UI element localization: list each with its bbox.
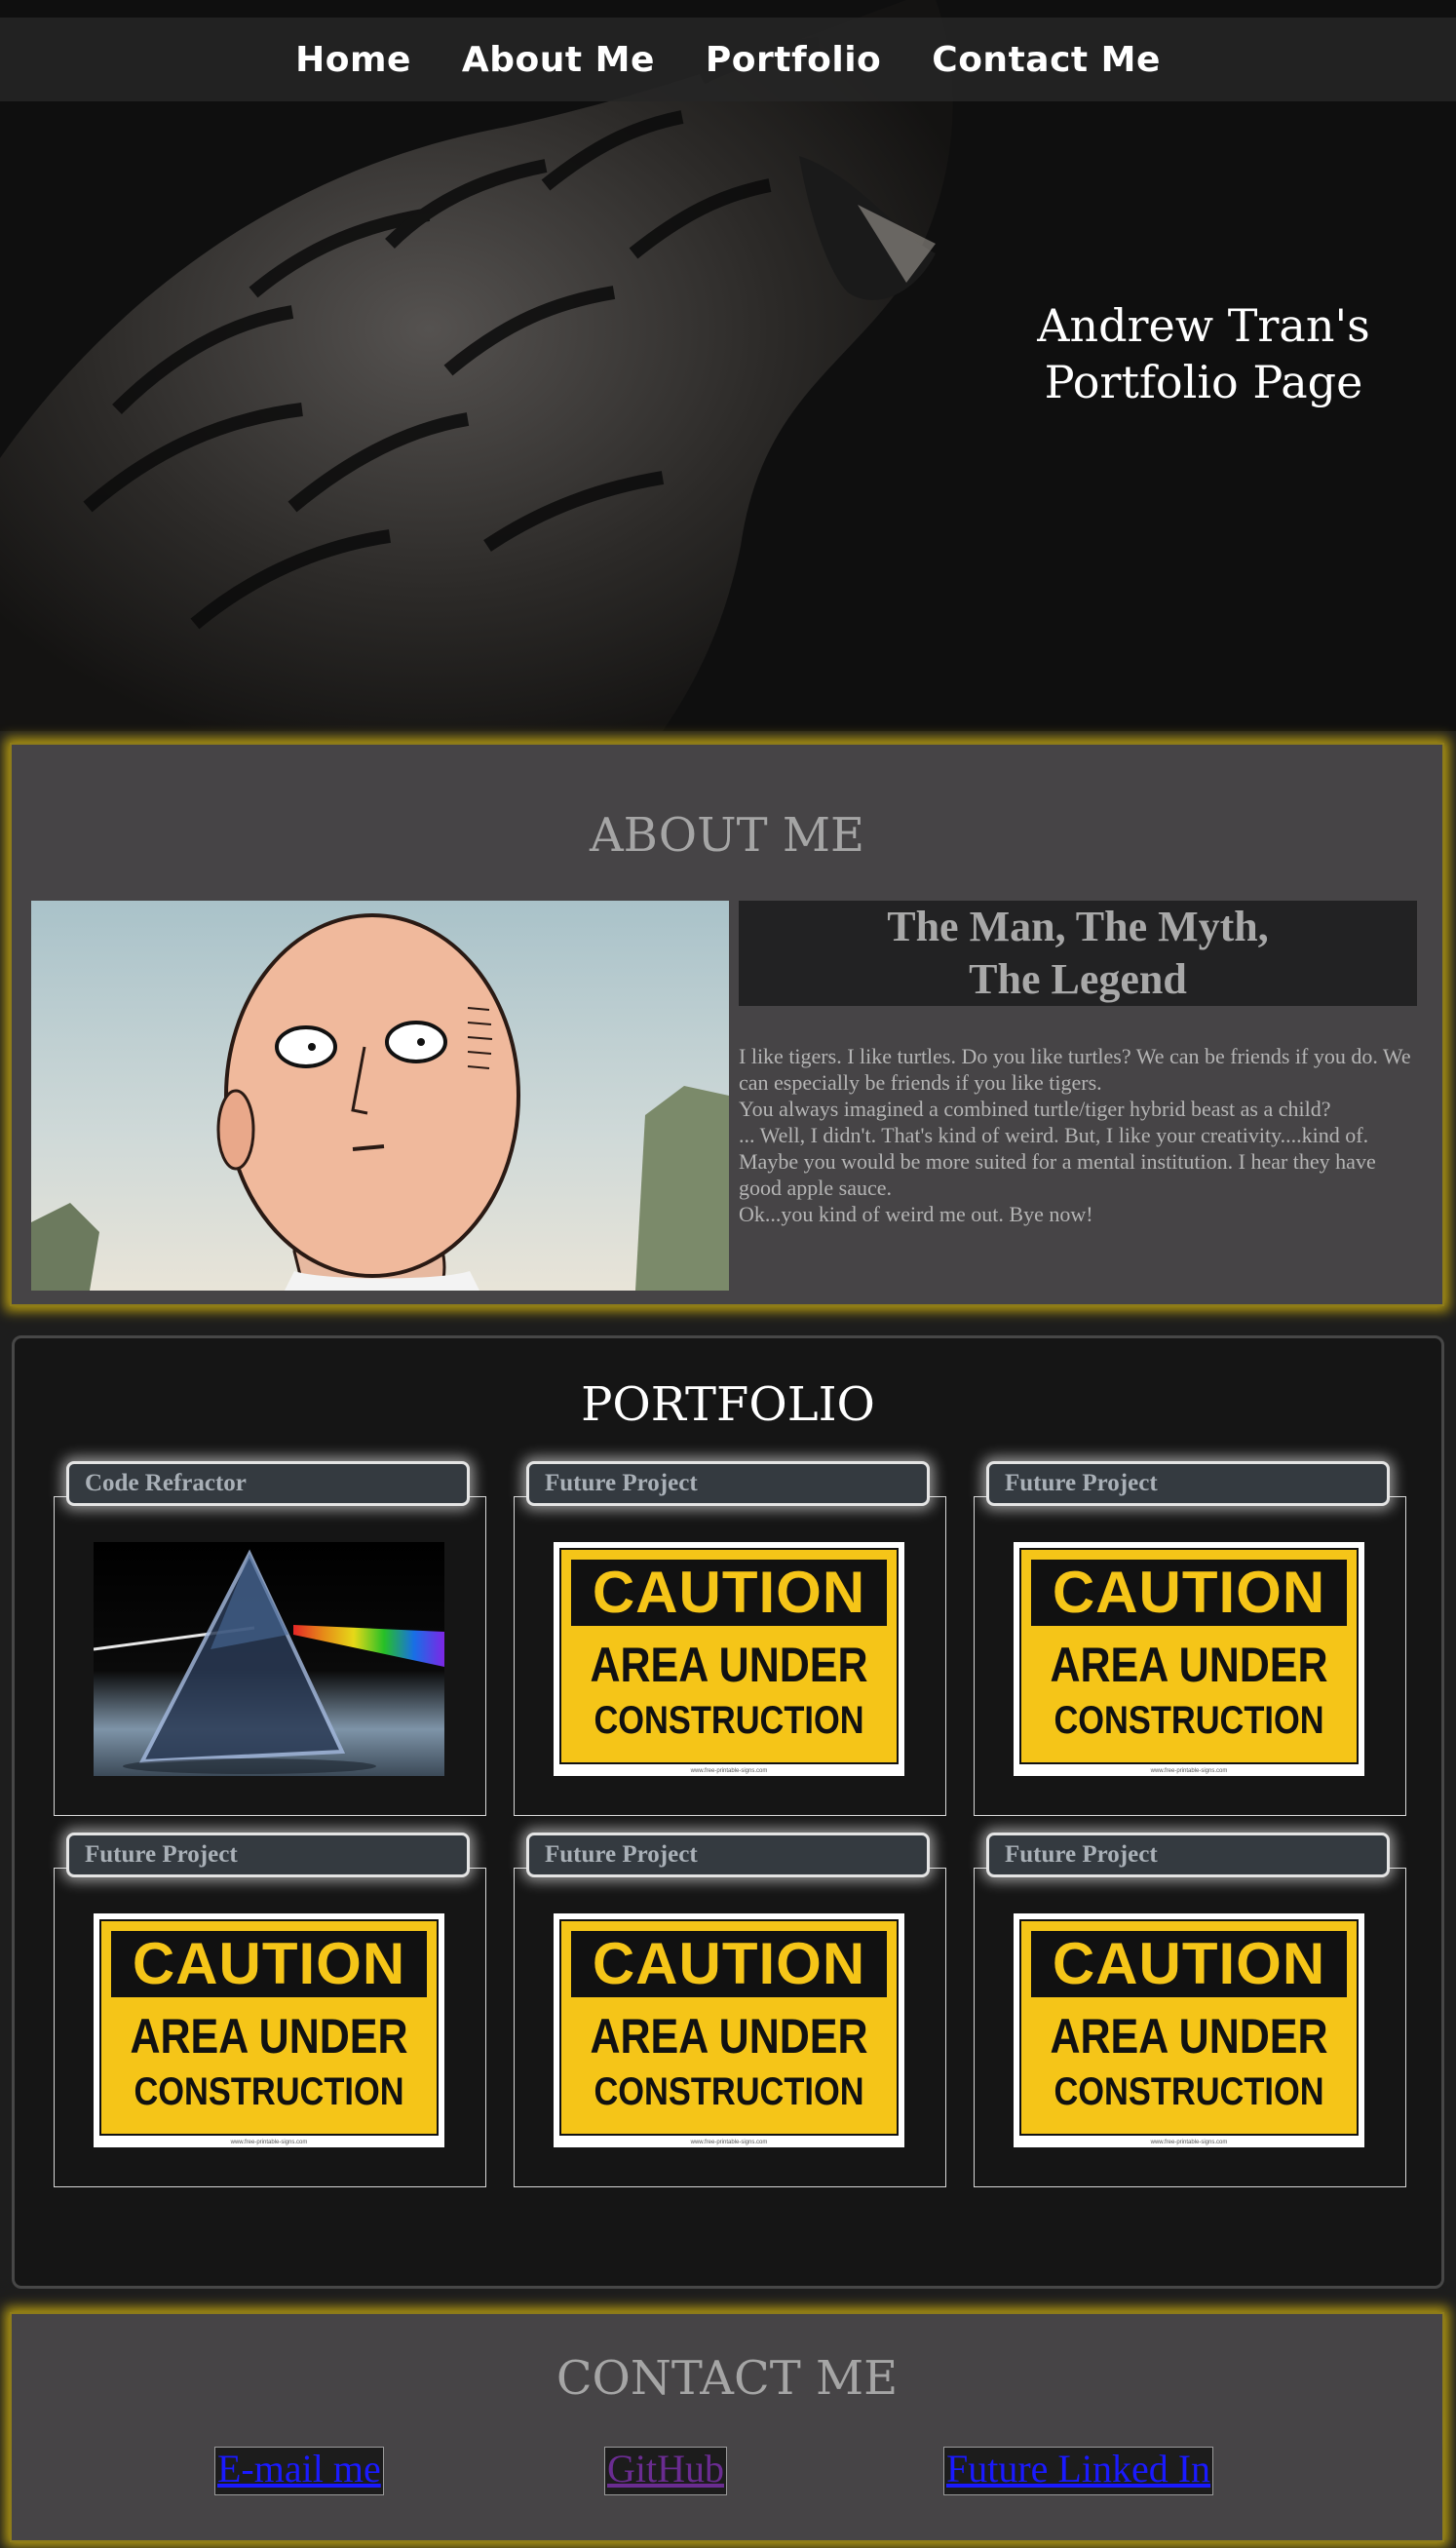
- caution-line2: CONSTRUCTION: [594, 2070, 864, 2113]
- contact-section: CONTACT ME E-mail me GitHub Future Linke…: [10, 2312, 1444, 2542]
- caution-footer: www.free-printable-signs.com: [690, 2140, 768, 2145]
- caution-word: CAUTION: [111, 1931, 427, 1997]
- about-subheading: The Man, The Myth, The Legend: [739, 901, 1417, 1006]
- about-paragraph: You always imagined a combined turtle/ti…: [739, 1097, 1331, 1121]
- nav-home[interactable]: Home: [295, 40, 411, 80]
- portfolio-card-title: Code Refractor: [66, 1461, 470, 1506]
- portfolio-card-title: Future Project: [986, 1461, 1390, 1506]
- contact-heading: CONTACT ME: [556, 2351, 899, 2406]
- nav-about-me[interactable]: About Me: [462, 40, 655, 80]
- caution-footer: www.free-printable-signs.com: [230, 2140, 308, 2145]
- about-section: ABOUT ME The Man, The Myth, The Legend I…: [10, 743, 1444, 1306]
- about-bio: I like tigers. I like turtles. Do you li…: [739, 1043, 1417, 1227]
- caution-word: CAUTION: [571, 1560, 887, 1626]
- caution-footer: www.free-printable-signs.com: [1150, 2140, 1228, 2145]
- prism-project-image[interactable]: [94, 1542, 444, 1776]
- portfolio-card[interactable]: Future Project CAUTION AREA UNDER CONSTRUCT…: [514, 1833, 946, 2187]
- about-paragraph: Ok...you kind of weird me out. Bye now!: [739, 1202, 1093, 1226]
- about-photo: [31, 901, 729, 1291]
- portfolio-card[interactable]: Future Project CAUTION AREA UNDER CONSTRUCT…: [514, 1461, 946, 1816]
- construction-sign-image[interactable]: CAUTION AREA UNDER CONSTRUCTION www.free-pr…: [1014, 1542, 1364, 1776]
- construction-sign-image[interactable]: CAUTION AREA UNDER CONSTRUCTION www.free-pr…: [554, 1542, 904, 1776]
- caution-line1: AREA UNDER: [1050, 1638, 1328, 1692]
- portfolio-section: PORTFOLIO Code Refractor Future Project CA…: [12, 1335, 1444, 2289]
- bald-hero-illustration: [31, 901, 729, 1291]
- caution-line1: AREA UNDER: [590, 2009, 868, 2064]
- caution-line1: AREA UNDER: [1050, 2009, 1328, 2064]
- caution-word: CAUTION: [1031, 1560, 1347, 1626]
- hero-title-line2: Portfolio Page: [1044, 356, 1363, 408]
- caution-line2: CONSTRUCTION: [1054, 2070, 1324, 2113]
- linkedin-link[interactable]: Future Linked In: [943, 2447, 1214, 2495]
- portfolio-card[interactable]: Future Project CAUTION AREA UNDER CONSTRUCT…: [974, 1833, 1406, 2187]
- portfolio-heading: PORTFOLIO: [581, 1377, 875, 1432]
- caution-footer: www.free-printable-signs.com: [1150, 1768, 1228, 1774]
- caution-word: CAUTION: [571, 1931, 887, 1997]
- about-heading: ABOUT ME: [589, 808, 865, 863]
- top-nav: Home About Me Portfolio Contact Me: [0, 18, 1456, 101]
- caution-line2: CONSTRUCTION: [1054, 1699, 1324, 1742]
- caution-line2: CONSTRUCTION: [134, 2070, 404, 2113]
- about-paragraph: Maybe you would be more suited for a men…: [739, 1149, 1376, 1200]
- portfolio-card[interactable]: Future Project CAUTION AREA UNDER CONSTRUCT…: [54, 1833, 486, 2187]
- portfolio-card[interactable]: Future Project CAUTION AREA UNDER CONSTRUCT…: [974, 1461, 1406, 1816]
- caution-line1: AREA UNDER: [590, 1638, 868, 1692]
- portfolio-card-title: Future Project: [526, 1461, 930, 1506]
- hero-banner: Home About Me Portfolio Contact Me Andre…: [0, 0, 1456, 731]
- about-subheading-line1: The Man, The Myth,: [887, 903, 1269, 950]
- construction-sign-image[interactable]: CAUTION AREA UNDER CONSTRUCTION www.free-pr…: [1014, 1913, 1364, 2147]
- portfolio-card-title: Future Project: [526, 1833, 930, 1877]
- construction-sign-image[interactable]: CAUTION AREA UNDER CONSTRUCTION www.free-pr…: [554, 1913, 904, 2147]
- caution-line2: CONSTRUCTION: [594, 1699, 864, 1742]
- construction-sign-image[interactable]: CAUTION AREA UNDER CONSTRUCTION www.free-pr…: [94, 1913, 444, 2147]
- about-paragraph: I like tigers. I like turtles. Do you li…: [739, 1044, 1411, 1095]
- github-link[interactable]: GitHub: [604, 2447, 727, 2495]
- nav-portfolio[interactable]: Portfolio: [706, 40, 881, 80]
- hero-title: Andrew Tran's Portfolio Page: [975, 297, 1433, 410]
- caution-footer: www.free-printable-signs.com: [690, 1768, 768, 1774]
- portfolio-card-title: Future Project: [986, 1833, 1390, 1877]
- caution-word: CAUTION: [1031, 1931, 1347, 1997]
- about-paragraph: ... Well, I didn't. That's kind of weird…: [739, 1123, 1369, 1147]
- portfolio-card[interactable]: Code Refractor: [54, 1461, 486, 1816]
- caution-line1: AREA UNDER: [130, 2009, 408, 2064]
- about-subheading-line2: The Legend: [969, 955, 1187, 1003]
- portfolio-card-title: Future Project: [66, 1833, 470, 1877]
- email-link[interactable]: E-mail me: [214, 2447, 384, 2495]
- hero-title-line1: Andrew Tran's: [1037, 299, 1370, 352]
- nav-contact-me[interactable]: Contact Me: [932, 40, 1161, 80]
